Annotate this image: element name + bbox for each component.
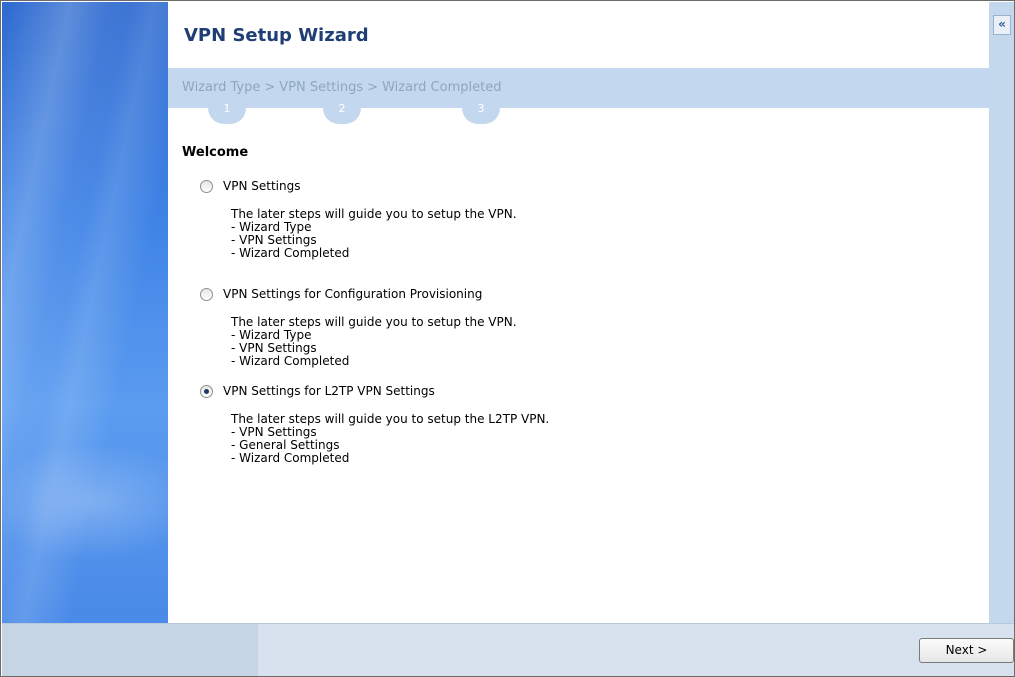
option-description-line: - Wizard Completed	[231, 354, 350, 368]
wizard-footer: Next >	[2, 623, 1014, 676]
option-description-line: - VPN Settings	[231, 341, 317, 355]
wizard-window: VPN Setup Wizard Wizard Type > VPN Setting…	[0, 0, 1015, 677]
step-number-2: 2	[323, 103, 361, 124]
option-label[interactable]: VPN Settings	[223, 179, 300, 193]
wizard-title: VPN Setup Wizard	[184, 25, 369, 46]
option-description-line: - VPN Settings	[231, 233, 317, 247]
footer-left-cell	[2, 624, 258, 676]
option-description-line: The later steps will guide you to setup …	[231, 315, 517, 329]
option-description-line: The later steps will guide you to setup …	[231, 207, 517, 221]
step-label-vpn-settings: VPN Settings	[279, 80, 364, 95]
step-separator: >	[367, 80, 379, 95]
step-number-3: 3	[462, 103, 500, 124]
radio-vpn-settings[interactable]	[200, 180, 213, 193]
option-description-line: - Wizard Type	[231, 220, 312, 234]
welcome-heading: Welcome	[182, 145, 249, 160]
option-description-line: - Wizard Completed	[231, 451, 350, 465]
radio-vpn-config-provisioning[interactable]	[200, 288, 213, 301]
step-label-wizard-type: Wizard Type	[182, 80, 261, 95]
step-label-wizard-completed: Wizard Completed	[382, 80, 502, 95]
wizard-steps-bar: Wizard Type > VPN Settings > Wizard Complete…	[168, 68, 990, 108]
step-separator: >	[264, 80, 276, 95]
option-description-line: - Wizard Type	[231, 328, 312, 342]
collapse-panel-button[interactable]: «	[993, 15, 1011, 35]
option-label[interactable]: VPN Settings for Configuration Provision…	[223, 287, 482, 301]
option-description-line: - General Settings	[231, 438, 340, 452]
step-number-1: 1	[208, 103, 246, 124]
next-button[interactable]: Next >	[919, 638, 1014, 663]
steps-breadcrumb: Wizard Type > VPN Settings > Wizard Complete…	[182, 80, 501, 95]
wizard-content: VPN Setup Wizard Wizard Type > VPN Setting…	[168, 2, 990, 623]
option-label[interactable]: VPN Settings for L2TP VPN Settings	[223, 384, 435, 398]
collapse-strip	[990, 2, 1014, 623]
radio-vpn-l2tp[interactable]	[200, 385, 213, 398]
option-description-line: - Wizard Completed	[231, 246, 350, 260]
decorative-side-panel	[2, 2, 168, 623]
option-description-line: The later steps will guide you to setup …	[231, 412, 550, 426]
option-description-line: - VPN Settings	[231, 425, 317, 439]
double-chevron-left-icon: «	[998, 17, 1006, 31]
